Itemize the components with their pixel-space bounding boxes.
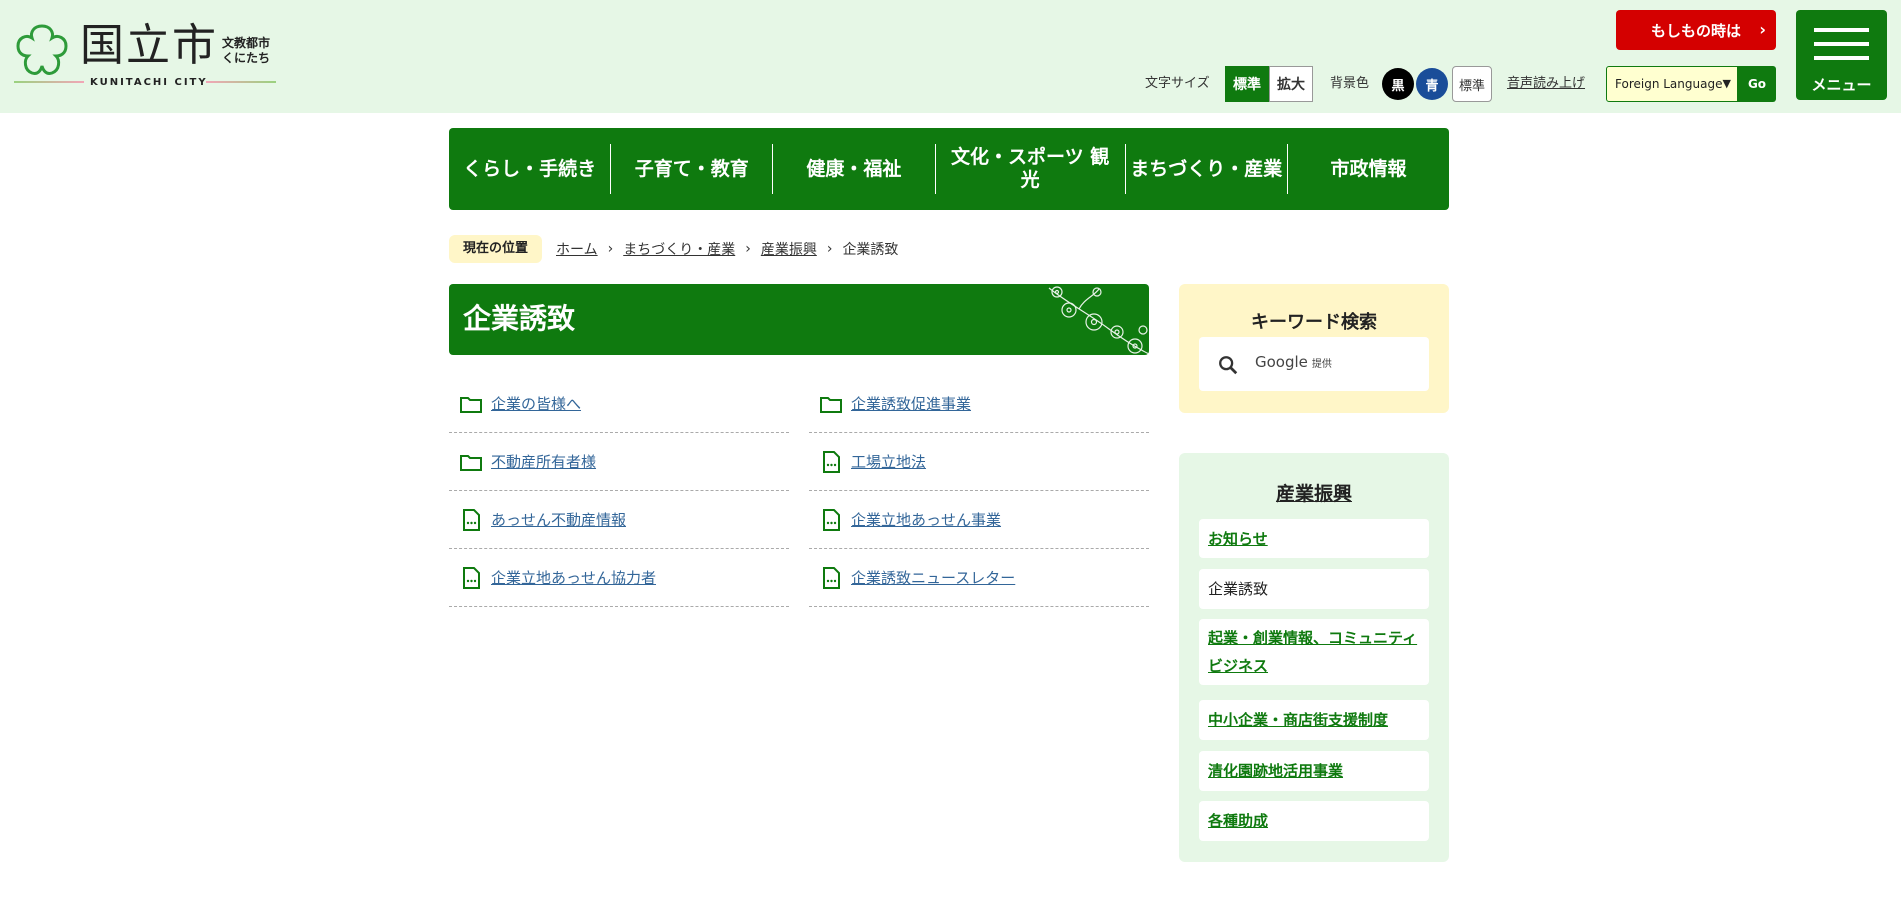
logo-tagline: 文教都市 くにたち — [222, 36, 271, 65]
menu-button[interactable]: メニュー — [1796, 10, 1887, 100]
search-icon — [1219, 356, 1238, 375]
side-item-subsidies[interactable]: 各種助成 — [1199, 801, 1429, 841]
flower-branch-decoration-icon — [1048, 286, 1149, 355]
breadcrumb-town-industry-link[interactable]: まちづくり・産業 — [623, 239, 735, 259]
language-go-button[interactable]: Go — [1738, 66, 1776, 102]
font-size-standard-button[interactable]: 標準 — [1225, 66, 1269, 102]
link-property-owners[interactable]: 不動産所有者様 — [491, 451, 596, 472]
side-item-sme-support[interactable]: 中小企業・商店街支援制度 — [1199, 700, 1429, 740]
gnav-item-town-industry[interactable]: まちづくり・産業 — [1126, 144, 1288, 194]
link-brokered-property-info[interactable]: あっせん不動産情報 — [491, 509, 626, 530]
document-icon — [463, 566, 480, 589]
breadcrumb-chevron-icon: › — [607, 241, 614, 257]
bg-standard-button[interactable]: 標準 — [1452, 66, 1492, 102]
link-for-companies[interactable]: 企業の皆様へ — [491, 393, 581, 414]
gnav-item-childcare[interactable]: 子育て・教育 — [611, 144, 774, 194]
hamburger-icon — [1814, 28, 1869, 60]
side-item-current: 企業誘致 — [1199, 569, 1429, 609]
list-item: 不動産所有者様 — [449, 433, 789, 491]
side-item-news[interactable]: お知らせ — [1199, 519, 1429, 558]
breadcrumb-industry-link[interactable]: 産業振興 — [761, 239, 817, 259]
document-icon — [823, 566, 840, 589]
list-item: 企業誘致促進事業 — [809, 375, 1149, 433]
language-select[interactable]: Foreign Language ▼ — [1606, 66, 1738, 102]
gnav-item-city-admin[interactable]: 市政情報 — [1288, 144, 1449, 194]
page-title-banner: 企業誘致 — [449, 284, 1149, 355]
site-header: 国立市 文教都市 くにたち KUNITACHI CITY もしもの時は › メニ… — [0, 0, 1901, 113]
side-item-site-utilization[interactable]: 清化園跡地活用事業 — [1199, 751, 1429, 791]
gnav-item-culture[interactable]: 文化・スポーツ 観光 — [936, 144, 1126, 194]
link-location-brokerage-project[interactable]: 企業立地あっせん事業 — [851, 509, 1001, 530]
gnav-item-health[interactable]: 健康・福祉 — [773, 144, 936, 194]
emergency-label: もしもの時は — [1650, 21, 1741, 40]
link-invitation-promotion[interactable]: 企業誘致促進事業 — [851, 393, 971, 414]
list-item: 企業立地あっせん事業 — [809, 491, 1149, 549]
font-size-toggle: 標準 拡大 — [1225, 66, 1313, 102]
list-item: あっせん不動産情報 — [449, 491, 789, 549]
emergency-button[interactable]: もしもの時は › — [1616, 10, 1776, 50]
list-item: 企業の皆様へ — [449, 375, 789, 433]
logo-city-name: 国立市 — [80, 20, 218, 71]
document-icon — [823, 508, 840, 531]
font-size-label: 文字サイズ — [1145, 76, 1210, 91]
folder-icon — [460, 454, 482, 471]
side-item-startup-info[interactable]: 起業・創業情報、コミュニティビジネス — [1199, 619, 1429, 685]
font-size-large-button[interactable]: 拡大 — [1269, 66, 1313, 102]
gnav-item-living[interactable]: くらし・手続き — [449, 144, 612, 194]
bg-blue-button[interactable]: 青 — [1416, 68, 1448, 100]
breadcrumb: 現在の位置 ホーム › まちづくり・産業 › 産業振興 › 企業誘致 — [449, 235, 898, 263]
read-aloud-link[interactable]: 音声読み上げ — [1507, 66, 1585, 102]
link-factory-location-act[interactable]: 工場立地法 — [851, 451, 926, 472]
breadcrumb-chevron-icon: › — [826, 241, 833, 257]
search-placeholder: Google 提供 — [1255, 353, 1332, 371]
bg-black-button[interactable]: 黒 — [1382, 68, 1414, 100]
list-item: 企業誘致ニュースレター — [809, 549, 1149, 607]
breadcrumb-current: 企業誘致 — [842, 242, 899, 258]
list-item: 企業立地あっせん協力者 — [449, 549, 789, 607]
breadcrumb-home-link[interactable]: ホーム — [556, 239, 598, 259]
link-brokerage-partners[interactable]: 企業立地あっせん協力者 — [491, 567, 656, 588]
breadcrumb-chevron-icon: › — [745, 241, 751, 257]
link-newsletter[interactable]: 企業誘致ニュースレター — [851, 567, 1015, 588]
search-panel-title: キーワード検索 — [1251, 312, 1377, 333]
chevron-down-icon: ▼ — [1722, 77, 1731, 90]
document-icon — [463, 508, 480, 531]
chevron-right-icon: › — [1759, 20, 1766, 39]
folder-icon — [460, 396, 482, 413]
bg-color-label: 背景色 — [1330, 76, 1370, 91]
site-logo[interactable]: 国立市 文教都市 くにたち KUNITACHI CITY — [14, 20, 276, 88]
search-input[interactable]: Google 提供 — [1199, 337, 1429, 391]
section-side-menu: 産業振興 お知らせ 企業誘致 起業・創業情報、コミュニティビジネス 中小企業・商… — [1179, 453, 1449, 862]
keyword-search-panel: キーワード検索 Google 提供 — [1179, 284, 1449, 413]
global-nav: くらし・手続き 子育て・教育 健康・福祉 文化・スポーツ 観光 まちづくり・産業… — [449, 128, 1449, 210]
logo-city-english: KUNITACHI CITY — [90, 77, 208, 88]
folder-icon — [820, 396, 842, 413]
document-icon — [823, 450, 840, 473]
page-title: 企業誘致 — [463, 302, 576, 335]
plum-blossom-logo-icon — [16, 24, 68, 75]
language-select-value: Foreign Language — [1615, 77, 1723, 91]
menu-label: メニュー — [1811, 76, 1872, 94]
list-item: 工場立地法 — [809, 433, 1149, 491]
category-link-list: 企業の皆様へ 企業誘致促進事業 不動産所有者様 工場立地法 あっせん不動産情報 … — [449, 375, 1149, 607]
breadcrumb-here-label: 現在の位置 — [449, 235, 543, 263]
side-menu-title[interactable]: 産業振興 — [1179, 479, 1449, 506]
